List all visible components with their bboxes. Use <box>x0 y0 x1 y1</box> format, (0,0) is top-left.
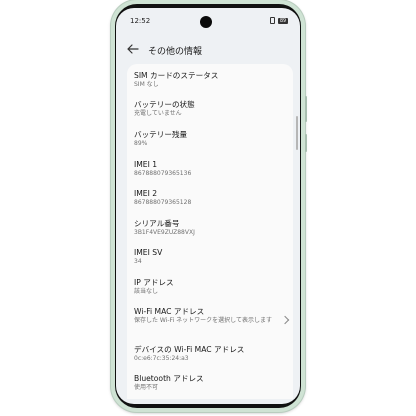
list-item-imei-sv[interactable]: IMEI SV 34 <box>127 247 293 277</box>
item-label: IMEI 2 <box>134 189 158 198</box>
list-item-ip-address[interactable]: IP アドレス 該当なし <box>127 277 293 306</box>
item-label: IP アドレス <box>134 278 174 287</box>
list-item-sim-status[interactable]: SIM カードのステータス SIM なし <box>127 70 293 99</box>
front-camera <box>200 16 212 28</box>
sim-icon <box>269 17 275 24</box>
list-item-battery-level[interactable]: バッテリー残量 89% <box>127 129 293 159</box>
item-value: 保存した Wi-Fi ネットワークを選択して表示します <box>134 317 272 324</box>
list-item-device-wifi-mac[interactable]: デバイスの Wi-Fi MAC アドレス 0c:e6:7c:35:24:a3 <box>127 344 293 373</box>
item-value: 充電していません <box>134 110 182 117</box>
item-label: バッテリーの状態 <box>134 100 195 109</box>
page-title: その他の情報 <box>148 47 203 57</box>
item-label: IMEI 1 <box>134 160 158 169</box>
list-item-imei-1[interactable]: IMEI 1 867888079365136 <box>127 159 293 188</box>
item-value: 該当なし <box>134 288 159 295</box>
item-label: SIM カードのステータス <box>134 71 219 80</box>
power-button <box>305 134 307 152</box>
back-arrow-icon[interactable] <box>126 42 140 56</box>
item-label: IMEI SV <box>134 248 163 257</box>
item-value: 3B1F4VE9ZUZ88VXJ <box>134 229 195 236</box>
chevron-right-icon <box>280 315 290 325</box>
list-item-bluetooth-address[interactable]: Bluetooth アドレス 使用不可 <box>127 373 293 399</box>
battery-icon: 89 <box>277 17 288 24</box>
item-value: SIM なし <box>134 81 159 88</box>
item-value: 0c:e6:7c:35:24:a3 <box>134 355 189 362</box>
item-label: Bluetooth アドレス <box>134 374 204 383</box>
item-value: 867888079365128 <box>134 199 192 206</box>
scrollbar[interactable] <box>296 116 298 150</box>
app-bar: その他の情報 <box>116 34 300 66</box>
list-item-imei-2[interactable]: IMEI 2 867888079365128 <box>127 188 293 218</box>
list-item-wifi-mac[interactable]: Wi-Fi MAC アドレス 保存した Wi-Fi ネットワークを選択して表示し… <box>127 306 293 344</box>
list-item-serial-number[interactable]: シリアル番号 3B1F4VE9ZUZ88VXJ <box>127 218 293 247</box>
status-time: 12:52 <box>130 17 151 25</box>
item-value: 867888079365136 <box>134 170 192 177</box>
info-card: SIM カードのステータス SIM なし バッテリーの状態 充電していません バ… <box>127 64 293 399</box>
status-bar: 12:52 89 <box>116 8 300 34</box>
volume-button <box>305 96 307 122</box>
info-list: SIM カードのステータス SIM なし バッテリーの状態 充電していません バ… <box>127 64 293 399</box>
list-item-battery-status[interactable]: バッテリーの状態 充電していません <box>127 99 293 129</box>
item-label: シリアル番号 <box>134 219 180 228</box>
item-label: バッテリー残量 <box>134 130 188 139</box>
item-value: 34 <box>134 258 142 265</box>
item-label: デバイスの Wi-Fi MAC アドレス <box>134 345 245 354</box>
item-value: 使用不可 <box>134 384 159 391</box>
item-label: Wi-Fi MAC アドレス <box>134 307 205 316</box>
status-icons: 89 <box>269 17 288 24</box>
item-value: 89% <box>134 140 148 147</box>
screen: 12:52 89 その他の情報 SIM カードのステータス SIM なし バッテ… <box>116 8 300 404</box>
